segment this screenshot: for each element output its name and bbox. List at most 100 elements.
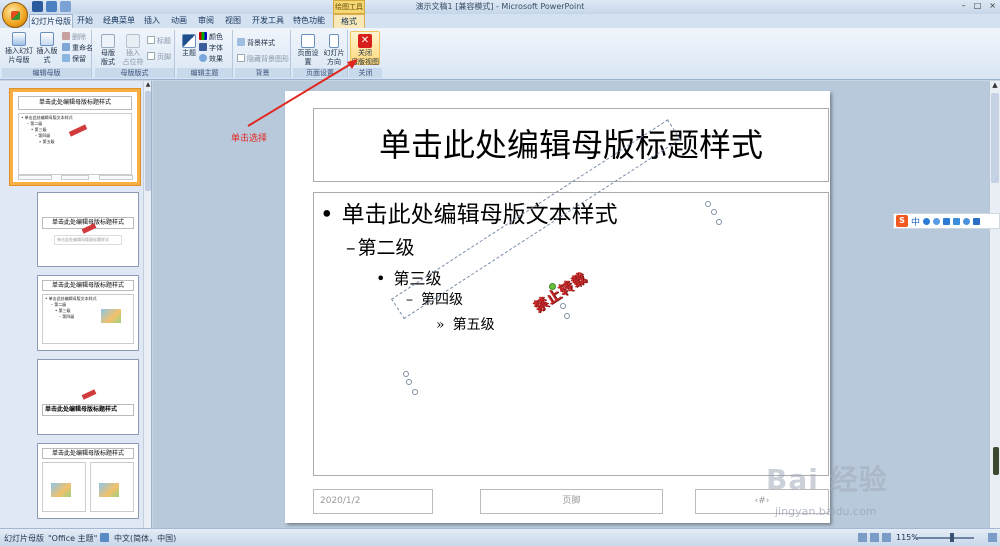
thumbnail-master[interactable]: 单击此处编辑母版标题样式 • 单击此处编辑母版文本样式 – 第二级 • 第三级 … bbox=[10, 89, 140, 185]
resize-handle[interactable] bbox=[564, 313, 570, 319]
thumbnail-layout-section[interactable]: 单击此处编辑母版标题样式 bbox=[37, 359, 139, 435]
toolbox-icon[interactable] bbox=[973, 217, 981, 225]
tab-special-features[interactable]: 特色功能 bbox=[291, 14, 327, 28]
thumbnail-stamp bbox=[81, 389, 97, 400]
thumbnail-layout-two-content[interactable]: 单击此处编辑母版标题样式 bbox=[37, 443, 139, 519]
tab-classic-menu[interactable]: 经典菜单 bbox=[101, 14, 137, 28]
slide-orientation-button[interactable]: 幻灯片 方向 bbox=[322, 34, 346, 67]
background-styles-button[interactable]: 背景样式 bbox=[237, 38, 275, 48]
tab-format[interactable]: 格式 bbox=[333, 14, 365, 28]
rename-button[interactable]: 重命名 bbox=[62, 43, 93, 53]
thumbnail-layout-content[interactable]: 单击此处编辑母版标题样式 • 单击此处编辑母版文本样式 – 第二级 • 第三级 … bbox=[37, 275, 139, 351]
footer-placeholder[interactable]: 页脚 bbox=[480, 489, 663, 514]
ribbon: 插入幻灯 片母版 插入版式 删除 重命名 保留 编辑母版 母版 版式 插入 占位… bbox=[0, 28, 1000, 80]
ime-language-toggle[interactable]: 中 bbox=[911, 215, 920, 228]
footer-checkbox[interactable]: 页脚 bbox=[147, 52, 171, 62]
skin-icon[interactable] bbox=[963, 217, 971, 225]
rename-icon bbox=[62, 43, 70, 51]
page-setup-button[interactable]: 页面设置 bbox=[295, 34, 321, 67]
hide-background-checkbox[interactable]: 隐藏背景图形 bbox=[237, 54, 289, 64]
tab-developer[interactable]: 开发工具 bbox=[250, 14, 286, 28]
master-layout-icon bbox=[101, 34, 115, 48]
insert-placeholder-button[interactable]: 插入 占位符 bbox=[121, 34, 145, 67]
minimize-button[interactable]: – bbox=[962, 1, 966, 10]
preserve-button[interactable]: 保留 bbox=[62, 54, 86, 64]
themes-icon bbox=[182, 34, 196, 48]
status-bar: 幻灯片母版 "Office 主题" 中文(简体，中国) 115% bbox=[0, 528, 1000, 546]
group-label-edit-theme: 编辑主题 bbox=[177, 68, 232, 78]
keyboard-icon[interactable] bbox=[953, 217, 961, 225]
tab-view[interactable]: 视图 bbox=[222, 14, 244, 28]
insert-slide-master-button[interactable]: 插入幻灯 片母版 bbox=[4, 32, 34, 65]
close-master-view-button[interactable]: ✕ 关闭 母版视图 bbox=[350, 31, 380, 66]
checkbox-icon bbox=[147, 52, 155, 60]
resize-handle[interactable] bbox=[406, 379, 412, 385]
punctuation-icon[interactable] bbox=[923, 217, 931, 225]
title-placeholder[interactable]: 单击此处编辑母版标题样式 bbox=[313, 108, 829, 182]
scroll-handle[interactable] bbox=[145, 91, 151, 191]
scroll-up-icon[interactable]: ▲ bbox=[990, 81, 1000, 91]
normal-view-icon[interactable] bbox=[858, 533, 867, 542]
group-edit-master: 插入幻灯 片母版 插入版式 删除 重命名 保留 编辑母版 bbox=[2, 30, 93, 78]
zoom-slider-knob[interactable] bbox=[950, 533, 954, 542]
orientation-icon bbox=[329, 34, 339, 48]
body-placeholder[interactable]: • 单击此处编辑母版文本样式 – 第二级 • 第三级 – 第四级 » 第五级 bbox=[313, 192, 829, 476]
thumbnail-scrollbar[interactable]: ▲ bbox=[143, 81, 151, 528]
resize-handle[interactable] bbox=[560, 303, 566, 309]
resize-handle[interactable] bbox=[716, 219, 722, 225]
scroll-up-icon[interactable]: ▲ bbox=[144, 81, 151, 89]
fit-to-window-icon[interactable] bbox=[988, 533, 997, 542]
close-window-button[interactable]: × bbox=[989, 1, 996, 10]
ime-toolbar[interactable]: S 中 bbox=[893, 213, 1000, 229]
effects-button[interactable]: 效果 bbox=[199, 54, 223, 64]
spell-check-icon[interactable] bbox=[100, 533, 109, 542]
maximize-button[interactable]: □ bbox=[974, 1, 982, 10]
office-button[interactable] bbox=[2, 2, 28, 28]
colors-button[interactable]: 颜色 bbox=[199, 32, 223, 42]
checkbox-icon bbox=[147, 36, 155, 44]
colors-icon bbox=[199, 32, 207, 40]
resize-handle[interactable] bbox=[412, 389, 418, 395]
resize-handle[interactable] bbox=[711, 209, 717, 215]
themes-button[interactable]: 主题 bbox=[179, 34, 199, 58]
zoom-slider[interactable] bbox=[914, 537, 974, 539]
effects-icon bbox=[199, 54, 207, 62]
level-5-text: » 第五级 bbox=[436, 317, 495, 333]
thumbnail-title: 单击此处编辑母版标题样式 bbox=[42, 280, 134, 291]
fonts-button[interactable]: 字体 bbox=[199, 43, 223, 53]
thumbnail-title: 单击此处编辑母版标题样式 bbox=[42, 404, 134, 416]
resize-handle[interactable] bbox=[403, 371, 409, 377]
group-label-close: 关闭 bbox=[349, 68, 382, 78]
tab-home[interactable]: 开始 bbox=[74, 14, 96, 28]
insert-layout-button[interactable]: 插入版式 bbox=[34, 32, 60, 65]
group-edit-theme: 主题 颜色 字体 效果 编辑主题 bbox=[177, 30, 233, 78]
side-panel-handle[interactable] bbox=[993, 447, 999, 475]
thumbnail-layout-title[interactable]: 单击此处编辑母版标题样式 单击此处编辑母版副标题样式 bbox=[37, 192, 139, 267]
fonts-icon bbox=[199, 43, 207, 51]
tab-animation[interactable]: 动画 bbox=[168, 14, 190, 28]
tab-insert[interactable]: 插入 bbox=[141, 14, 163, 28]
sogou-logo-icon[interactable]: S bbox=[896, 215, 908, 227]
slide-canvas[interactable]: 单击此处编辑母版标题样式 • 单击此处编辑母版文本样式 – 第二级 • 第三级 – 第四… bbox=[285, 91, 830, 523]
tab-slide-master[interactable]: 幻灯片母版 bbox=[29, 14, 73, 28]
date-placeholder[interactable]: 2020/1/2 bbox=[313, 489, 433, 514]
status-language[interactable]: 中文(简体，中国) bbox=[114, 533, 176, 544]
layout-icon bbox=[40, 32, 54, 46]
close-icon: ✕ bbox=[358, 34, 372, 48]
slideshow-view-icon[interactable] bbox=[882, 533, 891, 542]
status-theme-name: "Office 主题" bbox=[48, 534, 98, 543]
voice-icon[interactable] bbox=[943, 217, 951, 225]
title-checkbox[interactable]: 标题 bbox=[147, 36, 171, 46]
thumbnail-title: 单击此处编辑母版标题样式 bbox=[42, 448, 134, 459]
tab-review[interactable]: 审阅 bbox=[195, 14, 217, 28]
baidu-watermark: Bai 经验 bbox=[766, 463, 888, 496]
resize-handle[interactable] bbox=[705, 201, 711, 207]
group-label-edit-master: 编辑母版 bbox=[2, 68, 91, 78]
delete-button[interactable]: 删除 bbox=[62, 32, 86, 42]
scroll-handle[interactable] bbox=[991, 93, 999, 183]
window-title: 演示文稿1 [兼容模式] - Microsoft PowerPoint bbox=[415, 2, 585, 11]
slide-thumbnail-pane[interactable]: 1 单击此处编辑母版标题样式 • 单击此处编辑母版文本样式 – 第二级 • 第三… bbox=[0, 81, 152, 528]
master-layout-button[interactable]: 母版 版式 bbox=[97, 34, 119, 67]
sorter-view-icon[interactable] bbox=[870, 533, 879, 542]
emoji-icon[interactable] bbox=[933, 217, 941, 225]
